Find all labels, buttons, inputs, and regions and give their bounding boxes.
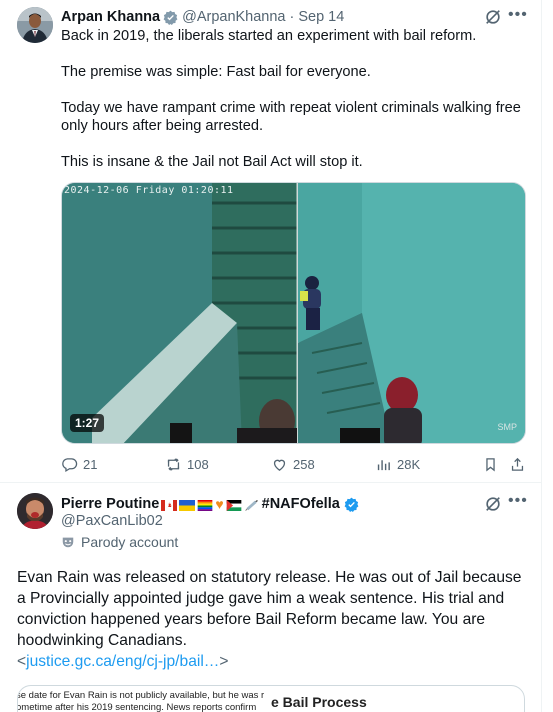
link-prefix: < xyxy=(17,653,27,670)
verified-badge-icon xyxy=(163,10,178,25)
palestine-flag-icon xyxy=(226,499,242,511)
verified-badge-icon xyxy=(344,497,359,512)
tweet-header: Pierre Poutine ♥ #NAFOfella xyxy=(61,494,363,514)
share-icon xyxy=(511,457,524,471)
orange-heart-icon: ♥ xyxy=(215,496,224,512)
reply-button[interactable]: 21 xyxy=(61,456,97,473)
tweet-divider xyxy=(0,482,541,483)
ukraine-flag-icon xyxy=(179,499,196,511)
grok-icon[interactable] xyxy=(484,495,502,513)
timeline-panel: Arpan Khanna @ArpanKhanna · Sep 14 ••• B… xyxy=(0,0,542,712)
tweet-paragraph: Today we have rampant crime with repeat … xyxy=(61,100,521,134)
video-duration-badge: 1:27 xyxy=(70,414,105,432)
like-count: 258 xyxy=(293,457,315,472)
separator-dot: · xyxy=(289,9,295,25)
card-snippet: se date for Evan Rain is not publicly av… xyxy=(17,690,270,712)
video-player[interactable]: 2024-12-06 Friday 01:20:11 1:27 SMP xyxy=(61,182,526,444)
repost-button[interactable]: 108 xyxy=(165,456,209,473)
card-snippet-line: se date for Evan Rain is not publicly av… xyxy=(17,690,265,701)
parody-label: Parody account xyxy=(61,534,178,550)
repost-count: 108 xyxy=(187,457,209,472)
views-count: 28K xyxy=(397,457,421,472)
author-handle[interactable]: @PaxCanLib02 xyxy=(61,513,163,529)
views-button[interactable]: 28K xyxy=(375,456,420,473)
canada-flag-icon xyxy=(161,499,178,511)
parody-label-text: Parody account xyxy=(81,534,179,550)
tweet-paragraph: The premise was simple: Fast bail for ev… xyxy=(61,64,371,80)
views-icon xyxy=(377,460,390,471)
video-frame xyxy=(62,183,525,443)
like-icon xyxy=(273,459,286,471)
author-handle[interactable]: @ArpanKhanna xyxy=(182,9,285,25)
card-title: e Bail Process xyxy=(271,694,367,710)
bookmark-button[interactable] xyxy=(482,456,504,473)
link-preview-card[interactable]: se date for Evan Rain is not publicly av… xyxy=(17,685,525,712)
parody-mask-icon xyxy=(62,537,74,548)
reply-icon xyxy=(62,458,78,473)
link-line: <justice.gc.ca/eng/cj-jp/bail…> xyxy=(17,653,229,671)
tweet-paragraph: Back in 2019, the liberals started an ex… xyxy=(61,28,477,44)
author-name[interactable]: Arpan Khanna xyxy=(61,9,160,25)
tweet-text: Back in 2019, the liberals started an ex… xyxy=(61,27,531,189)
video-watermark: SMP xyxy=(497,422,517,432)
external-link[interactable]: justice.gc.ca/eng/cj-jp/bail… xyxy=(26,653,219,670)
tweet-actions: 21 108 258 28K xyxy=(61,456,531,476)
video-timestamp: 2024-12-06 Friday 01:20:11 xyxy=(64,185,234,196)
grok-icon[interactable] xyxy=(484,8,502,26)
tweet-time[interactable]: Sep 14 xyxy=(298,9,344,25)
tweet-paragraph: This is insane & the Jail not Bail Act w… xyxy=(61,154,363,170)
link-suffix: > xyxy=(219,653,229,670)
tweet-arpan-khanna[interactable]: Arpan Khanna @ArpanKhanna · Sep 14 ••• B… xyxy=(0,0,541,482)
reply-count: 21 xyxy=(83,457,98,472)
name-suffix[interactable]: #NAFOfella xyxy=(262,496,340,512)
author-name[interactable]: Pierre Poutine xyxy=(61,496,159,512)
avatar[interactable] xyxy=(17,493,53,529)
more-icon[interactable]: ••• xyxy=(508,492,528,510)
more-icon[interactable]: ••• xyxy=(508,6,528,24)
tweet-header: Arpan Khanna @ArpanKhanna · Sep 14 xyxy=(61,8,344,26)
syringe-icon xyxy=(244,499,260,511)
share-button[interactable] xyxy=(509,456,531,473)
card-snippet-line: ometime after his 2019 sentencing. News … xyxy=(17,702,257,712)
tweet-text: Evan Rain was released on statutory rele… xyxy=(17,569,522,649)
like-button[interactable]: 258 xyxy=(271,456,315,473)
repost-icon xyxy=(167,458,180,471)
bookmark-icon xyxy=(486,458,495,472)
rainbow-flag-icon xyxy=(197,499,213,511)
avatar[interactable] xyxy=(17,7,53,43)
